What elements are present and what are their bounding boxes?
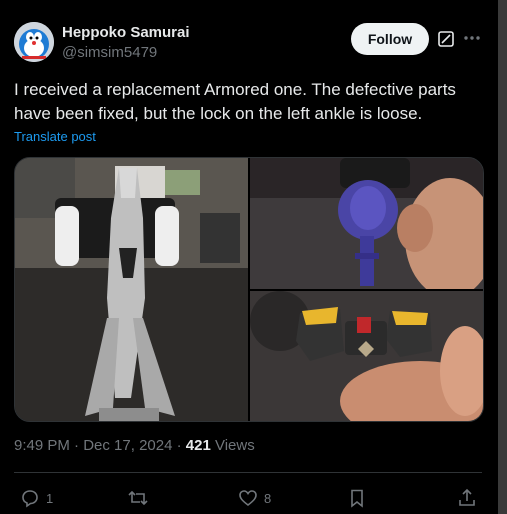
bookmark-icon bbox=[351, 489, 363, 508]
post-text: I received a replacement Armored one. Th… bbox=[14, 80, 456, 123]
scrollbar[interactable] bbox=[498, 0, 507, 514]
views-label: Views bbox=[210, 437, 255, 454]
repost-button[interactable] bbox=[128, 487, 148, 509]
like-count: 8 bbox=[264, 490, 272, 506]
post-time[interactable]: 9:49 PM bbox=[14, 437, 70, 454]
post-meta: 9:49 PM · Dec 17, 2024 · 421 Views bbox=[14, 437, 255, 454]
meta-separator: · bbox=[172, 437, 186, 454]
media-photo-1[interactable] bbox=[15, 158, 248, 421]
author-name[interactable]: Heppoko Samurai bbox=[62, 24, 190, 41]
avatar-image bbox=[14, 22, 54, 62]
media-photo-2[interactable] bbox=[250, 158, 483, 289]
reply-icon bbox=[22, 490, 38, 508]
views-count: 421 bbox=[185, 437, 211, 454]
share-icon bbox=[459, 488, 475, 506]
translate-link[interactable]: Translate post bbox=[14, 129, 96, 144]
post-date[interactable]: Dec 17, 2024 bbox=[83, 437, 172, 454]
author-handle[interactable]: @simsim5479 bbox=[62, 44, 157, 61]
avatar[interactable] bbox=[14, 22, 54, 62]
media-photo-3[interactable] bbox=[250, 291, 483, 421]
reply-button[interactable]: 1 bbox=[20, 487, 53, 509]
reply-count: 1 bbox=[46, 490, 54, 506]
meta-separator: · bbox=[69, 437, 84, 454]
repost-icon bbox=[128, 490, 148, 506]
grok-icon[interactable] bbox=[437, 30, 455, 48]
media-grid[interactable] bbox=[14, 157, 484, 422]
like-icon bbox=[239, 490, 257, 507]
divider bbox=[14, 472, 482, 473]
like-button[interactable]: 8 bbox=[238, 487, 271, 509]
more-icon[interactable] bbox=[462, 28, 482, 48]
bookmark-button[interactable] bbox=[347, 487, 367, 509]
share-button[interactable] bbox=[457, 487, 477, 509]
follow-button[interactable]: Follow bbox=[351, 23, 429, 55]
